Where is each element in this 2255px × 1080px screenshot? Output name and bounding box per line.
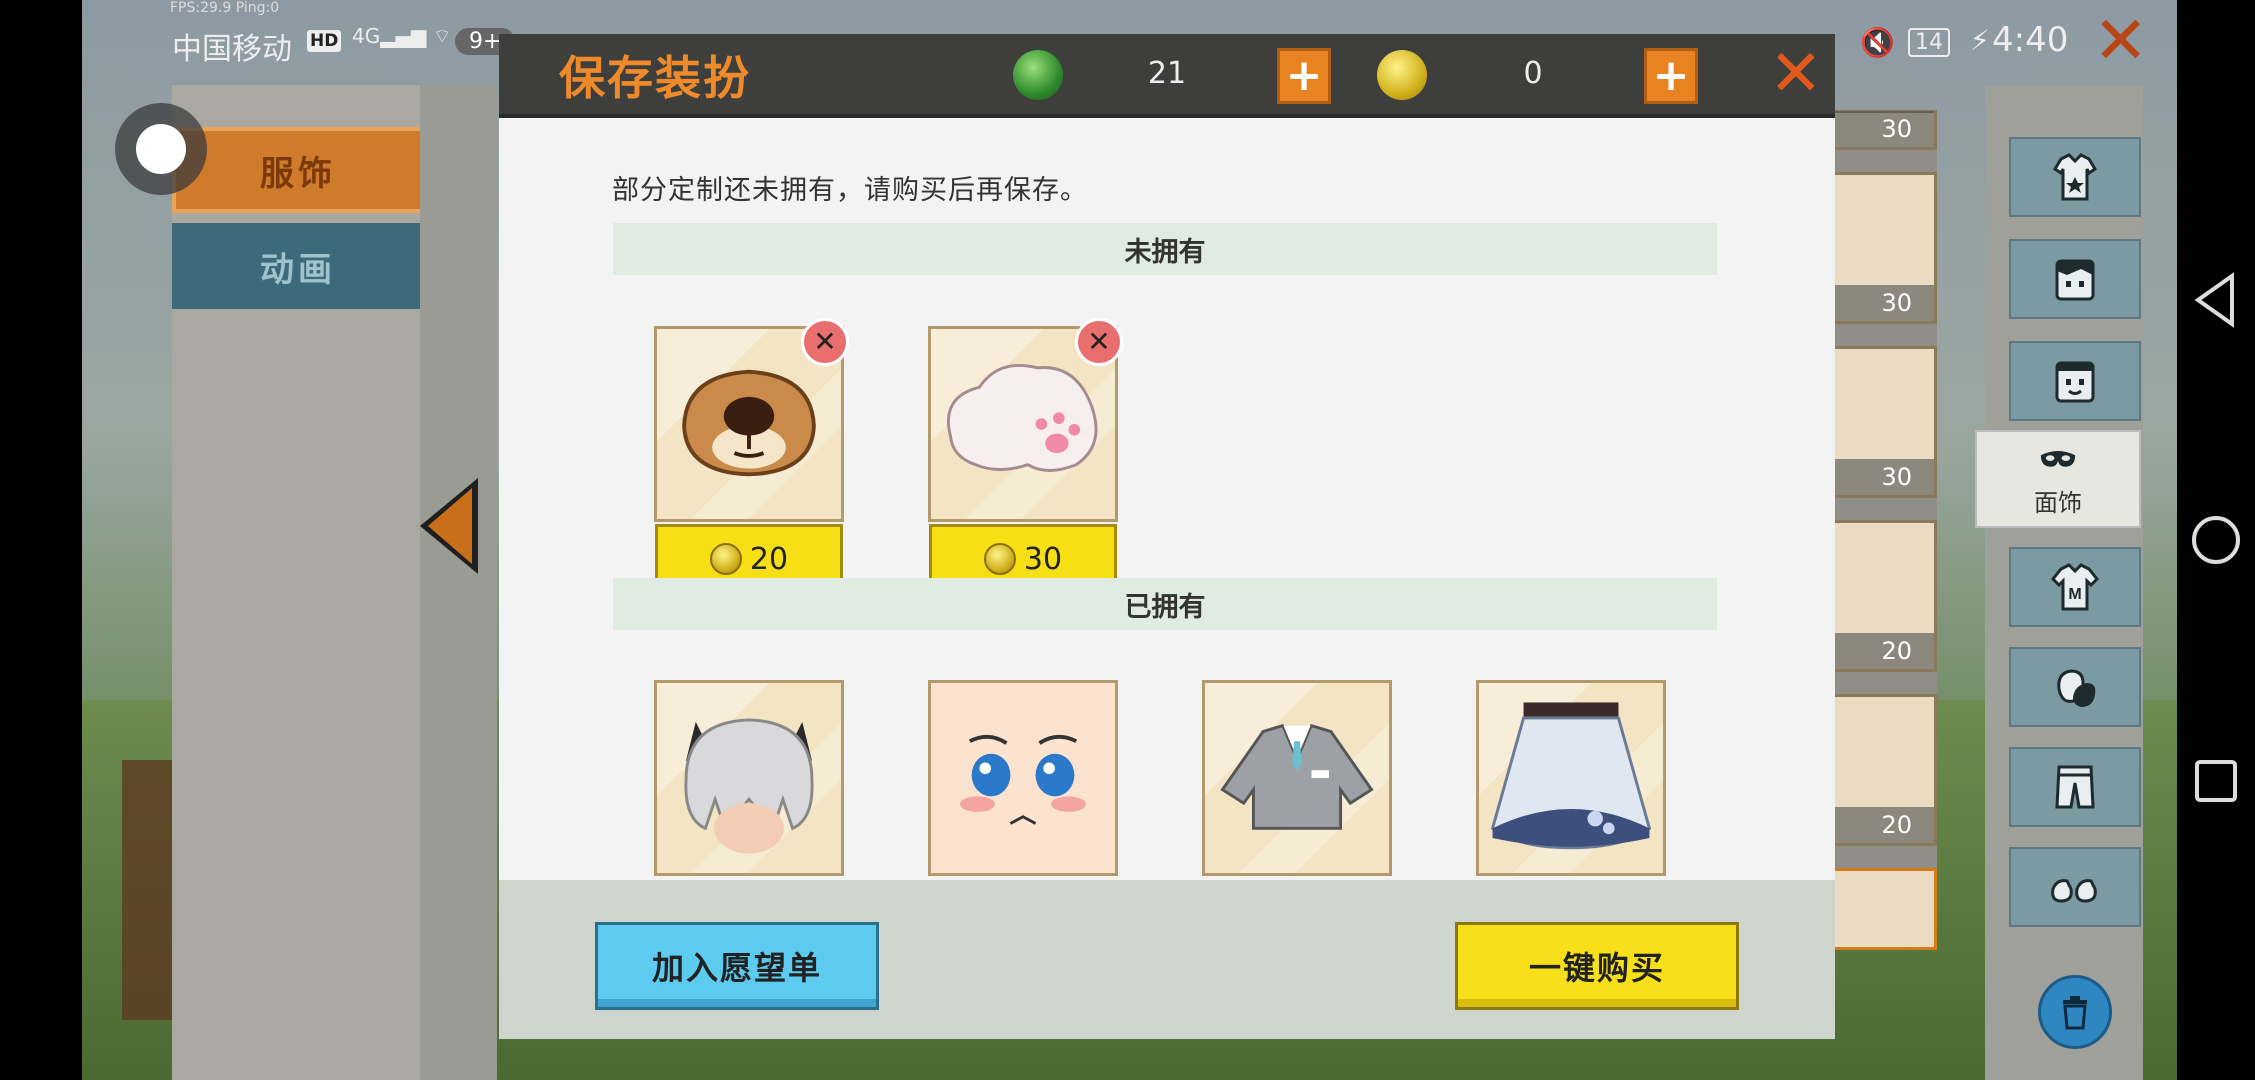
charging-icon: ⚡ — [1970, 24, 1990, 57]
cat-hair-icon — [684, 718, 814, 854]
item-card-gray-uniform-top[interactable] — [1202, 680, 1392, 876]
list-item[interactable]: 30 — [1832, 172, 1937, 324]
remove-item-button[interactable]: ✕ — [801, 318, 849, 366]
prev-arrow-icon[interactable] — [420, 478, 478, 574]
wardrobe-grid — [420, 85, 497, 1080]
add-gems-button[interactable]: + — [1277, 48, 1331, 104]
item-cost: 30 — [1835, 111, 1934, 147]
shoes-icon — [2051, 879, 2097, 903]
list-item[interactable]: 20 — [1832, 520, 1937, 672]
gloves-icon — [2057, 669, 2096, 707]
coin-count: 0 — [1523, 56, 1543, 91]
category-hair[interactable] — [2009, 239, 2141, 319]
dialog-body: 部分定制还未拥有，请购买后再保存。 未拥有 ✕ 20 ✕ 30 已拥有 — [499, 118, 1835, 880]
nav-back-button[interactable] — [2177, 272, 2255, 328]
assist-dot-icon — [136, 124, 186, 174]
list-item[interactable]: 20 — [1832, 694, 1937, 846]
item-price: 30 — [1023, 541, 1063, 577]
category-gloves[interactable] — [2009, 647, 2141, 727]
category-mask-selected[interactable]: 面饰 — [1975, 430, 2141, 528]
gem-icon — [1013, 50, 1063, 100]
item-price: 20 — [749, 541, 789, 577]
outfit-icon — [2052, 153, 2098, 201]
close-icon[interactable]: ✕ — [2093, 8, 2148, 74]
dialog-header: 保存装扮 21 + 0 + ✕ — [499, 34, 1835, 118]
item-strip: 30 30 30 20 20 — [1832, 110, 1937, 950]
coin-icon — [983, 543, 1016, 575]
gem-count: 21 — [1147, 56, 1187, 91]
dialog-close-button[interactable]: ✕ — [1769, 42, 1823, 106]
nav-home-button[interactable] — [2177, 514, 2255, 566]
hair-icon — [2055, 259, 2095, 301]
list-item-selected[interactable] — [1832, 868, 1937, 950]
remove-item-button[interactable]: ✕ — [1075, 318, 1123, 366]
fps-readout: FPS:29.9 Ping:0 — [170, 0, 280, 16]
svg-text:M: M — [2068, 586, 2081, 603]
save-outfit-dialog: 保存装扮 21 + 0 + ✕ 部分定制还未拥有，请购买后再保存。 未拥有 ✕ … — [499, 34, 1835, 1039]
tab-fashion[interactable]: 服饰 — [172, 127, 424, 213]
category-label: 面饰 — [2034, 488, 2082, 517]
item-card-shy-face[interactable] — [928, 680, 1118, 876]
list-item[interactable]: 30 — [1832, 110, 1937, 150]
section-header-unowned: 未拥有 — [613, 223, 1717, 275]
uniform-top-icon — [1220, 723, 1374, 830]
mask-icon — [2040, 450, 2076, 467]
category-panel: 服饰 动画 — [172, 85, 497, 1080]
category-shoes[interactable] — [2009, 847, 2141, 927]
category-column: 面饰 M — [1975, 85, 2143, 1080]
dialog-footer: 加入愿望单 一键购买 — [499, 880, 1835, 1039]
coin-icon — [709, 543, 742, 575]
item-card-floral-skirt[interactable] — [1476, 680, 1666, 876]
skirt-icon — [1490, 702, 1652, 850]
nav-recents-button[interactable] — [2177, 758, 2255, 804]
shirt-icon: M — [2050, 563, 2100, 611]
network-type: 4G — [352, 24, 381, 48]
item-cost: 20 — [1835, 633, 1934, 669]
hd-badge: HD — [307, 30, 342, 52]
close-icon: ✕ — [1087, 325, 1111, 358]
back-triangle-icon — [2194, 272, 2234, 328]
carrier-name: 中国移动 — [172, 32, 292, 67]
plus-icon: + — [1285, 50, 1323, 101]
mute-icon: 🔇 — [1860, 26, 1895, 59]
category-face[interactable] — [2009, 341, 2141, 421]
item-cost: 20 — [1835, 807, 1934, 843]
section-header-owned: 已拥有 — [613, 578, 1717, 630]
face-icon — [2055, 361, 2095, 403]
signal-icon: 4G▂▄▆ ⌔ — [352, 24, 452, 49]
system-nav-bar — [2177, 0, 2255, 1080]
recents-square-icon — [2195, 760, 2237, 802]
home-circle-icon — [2192, 516, 2240, 564]
category-shirt[interactable]: M — [2009, 547, 2141, 627]
trash-icon — [2063, 996, 2087, 1030]
item-cost: 30 — [1835, 459, 1934, 495]
add-to-wishlist-button[interactable]: 加入愿望单 — [595, 922, 879, 1010]
category-pants[interactable] — [2009, 747, 2141, 827]
notice-text: 部分定制还未拥有，请购买后再保存。 — [612, 175, 1088, 206]
list-item[interactable]: 30 — [1832, 346, 1937, 498]
clock: 4:40 — [1992, 20, 2069, 60]
floating-assist-button[interactable] — [115, 103, 207, 195]
pants-icon — [2055, 765, 2095, 809]
item-cost: 30 — [1835, 285, 1934, 321]
dialog-title: 保存装扮 — [559, 51, 751, 105]
battery-level: 14 — [1908, 28, 1950, 57]
close-icon: ✕ — [813, 325, 837, 358]
face-expression-icon — [931, 683, 1115, 873]
category-outfit[interactable] — [2009, 137, 2141, 217]
add-coins-button[interactable]: + — [1644, 48, 1698, 104]
tab-animation[interactable]: 动画 — [172, 223, 424, 309]
trash-button[interactable] — [2038, 975, 2112, 1049]
signal-bars-icon: ▂▄▆ ⌔ — [380, 24, 452, 48]
coin-icon — [1377, 50, 1427, 100]
buy-all-button[interactable]: 一键购买 — [1455, 922, 1739, 1010]
item-card-silver-cat-hair[interactable] — [654, 680, 844, 876]
plus-icon: + — [1652, 50, 1690, 101]
